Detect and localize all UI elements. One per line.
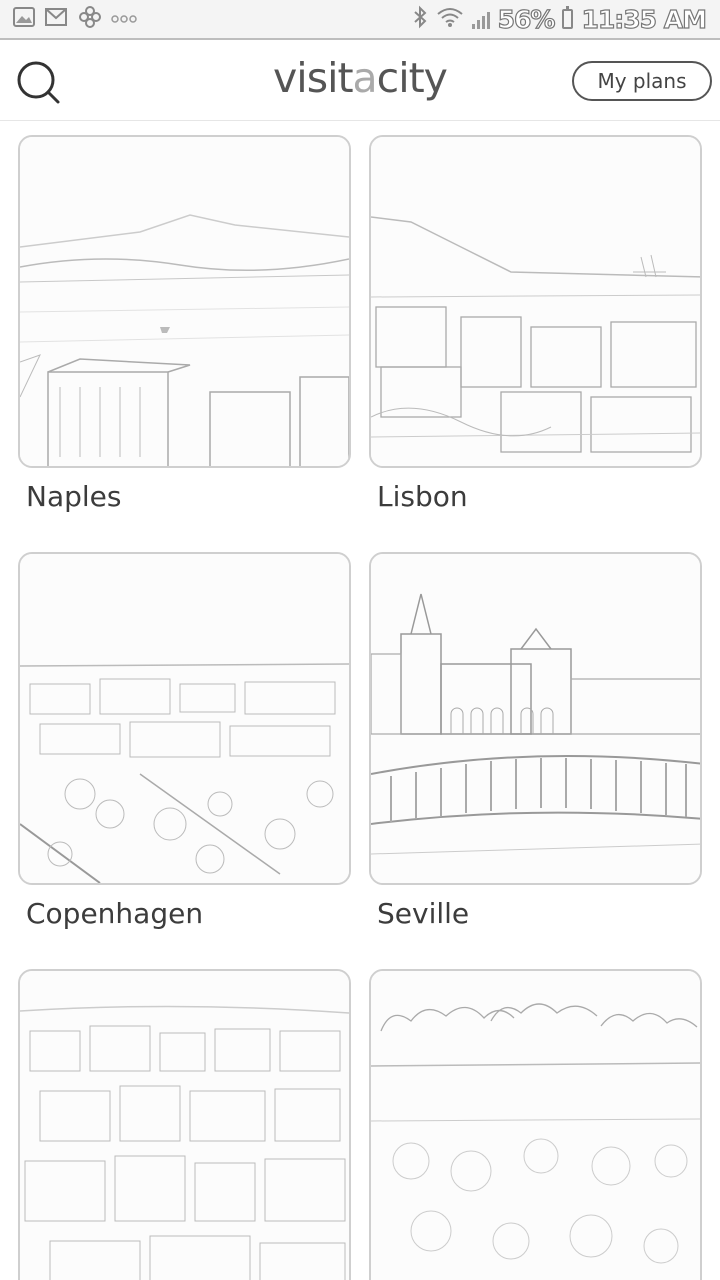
city-name: Seville <box>377 897 470 930</box>
city-image <box>369 135 702 468</box>
city-card-6[interactable] <box>369 969 702 1280</box>
city-grid: Naples Lisbon Copenhagen Seville <box>0 120 720 1280</box>
city-card-5[interactable] <box>18 969 351 1280</box>
image-icon <box>12 6 36 32</box>
clock: 11:35 AM <box>581 4 708 34</box>
logo-text-city: city <box>376 54 448 102</box>
city-image <box>369 969 702 1280</box>
flower-icon <box>78 5 102 33</box>
city-name: Naples <box>26 480 122 513</box>
city-card-lisbon[interactable]: Lisbon <box>369 135 702 513</box>
city-card-seville[interactable]: Seville <box>369 552 702 930</box>
battery-percent: 56% <box>497 4 556 34</box>
city-image <box>369 552 702 885</box>
logo-text-a: a <box>352 54 378 102</box>
status-bar-left <box>12 5 138 33</box>
status-bar: 56% 11:35 AM <box>0 0 720 40</box>
city-card-naples[interactable]: Naples <box>18 135 351 513</box>
battery-icon <box>562 6 574 29</box>
city-name: Lisbon <box>377 480 468 513</box>
more-icon <box>110 10 138 29</box>
logo-text-visit: visit <box>273 54 353 102</box>
wifi-icon <box>436 6 464 32</box>
city-name: Copenhagen <box>26 897 204 930</box>
gmail-icon <box>44 6 70 32</box>
city-image <box>18 135 351 468</box>
my-plans-button[interactable]: My plans <box>572 61 712 101</box>
city-image <box>18 552 351 885</box>
signal-icon <box>471 9 490 29</box>
city-card-copenhagen[interactable]: Copenhagen <box>18 552 351 930</box>
status-bar-right: 56% 11:35 AM <box>412 4 708 34</box>
app-header: visitacity My plans <box>0 42 720 121</box>
city-image <box>18 969 351 1280</box>
bluetooth-icon <box>412 5 428 33</box>
